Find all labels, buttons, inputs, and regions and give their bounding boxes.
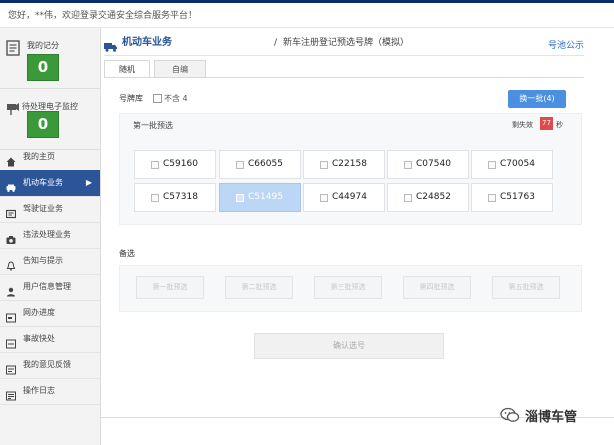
camera-monitor-icon [6,101,20,117]
plate-checkbox[interactable] [320,194,328,202]
feedback-icon [6,360,16,375]
wechat-icon [500,407,520,423]
plate-option[interactable]: C22158 [303,150,385,179]
plate-checkbox[interactable] [488,194,496,202]
plate-option[interactable]: C51763 [471,183,553,212]
sidebar-item-license[interactable]: 驾驶证业务 [0,196,100,223]
sidebar-item-progress[interactable]: 网办进度 [0,300,100,327]
plate-checkbox[interactable] [320,161,328,169]
plate-option[interactable]: C07540 [387,150,469,179]
sidebar-item-label: 驾驶证业务 [23,204,63,213]
sidebar-item-label: 机动车业务 [23,178,63,187]
page-title: 机动车业务 [122,37,172,48]
pool-announcement-link[interactable]: 号池公示 [548,38,584,51]
exclude-4-label: 不含 4 [164,94,188,103]
sidebar-item-vehicle[interactable]: 机动车业务 ▶ [0,170,100,197]
plate-number: C24852 [416,192,451,202]
accident-icon [6,334,16,349]
plate-number: C44974 [332,192,367,202]
page-subtitle: 新车注册登记预选号牌（模拟） [283,38,410,48]
tab-divider [104,77,584,78]
user-icon [6,282,16,297]
plate-checkbox[interactable] [488,161,496,169]
sidebar-item-home[interactable]: 我的主页 [0,144,100,171]
plate-option[interactable]: C44974 [303,183,385,212]
my-record-block[interactable]: 我的记分 0 [0,28,100,89]
plate-number: C70054 [500,159,535,169]
plate-checkbox[interactable] [151,194,159,202]
plate-checkbox[interactable] [404,161,412,169]
sidebar-item-feedback[interactable]: 我的意见反馈 [0,352,100,379]
monitor-value[interactable]: 0 [27,111,59,138]
plate-number: C66055 [248,159,283,169]
plate-number: C51495 [248,192,283,202]
alternate-slot[interactable]: 第二批预选 [225,276,293,299]
plate-option-selected[interactable]: C51495 [219,183,301,212]
sidebar-item-violation[interactable]: 违法处理业务 [0,222,100,249]
breadcrumb-separator: / [274,38,278,48]
sidebar-item-log[interactable]: 操作日志 [0,378,100,405]
sidebar: 我的记分 0 待处理电子监控 0 我的主页 机动车业务 ▶ 驾驶证业务 违法处理… [0,28,101,445]
confirm-selection-button[interactable]: 确认选号 [254,333,444,359]
plate-checkbox[interactable] [404,194,412,202]
plate-pool-label: 号牌库 [119,94,143,103]
home-icon [6,152,16,167]
plate-number: C51763 [500,192,535,202]
sidebar-item-label: 告知与提示 [23,256,63,265]
chevron-right-icon: ▶ [85,178,92,187]
alternate-slot[interactable]: 第四批预选 [403,276,471,299]
sidebar-item-notice[interactable]: 告知与提示 [0,248,100,275]
sidebar-item-accident[interactable]: 事故快处 [0,326,100,353]
welcome-message: 您好，**伟，欢迎登录交通安全综合服务平台！ [8,11,198,21]
my-record-label: 我的记分 [27,41,59,50]
watermark-text: 淄博车管 [525,410,578,425]
sidebar-item-label: 网办进度 [23,308,55,317]
title-divider [104,55,584,56]
log-icon [6,386,16,401]
sidebar-item-label: 我的意见反馈 [23,360,71,369]
countdown-timer: 77 [540,117,553,130]
camera-icon [6,230,16,244]
car-icon [6,178,16,192]
top-accent-bar [0,0,614,3]
truck-icon [104,38,117,52]
plate-number: C59160 [163,159,198,169]
change-batch-button[interactable]: 换一批(4) [508,90,566,108]
plate-number: C07540 [416,159,451,169]
bell-icon [6,256,16,271]
sidebar-item-label: 操作日志 [23,386,55,395]
sidebar-item-label: 事故快处 [23,334,55,343]
plate-checkbox[interactable] [236,161,244,169]
plate-checkbox[interactable] [236,194,244,202]
plate-number: C22158 [332,159,367,169]
exclude-4-checkbox[interactable] [153,94,162,103]
alternate-slot[interactable]: 第三批预选 [314,276,382,299]
batch-label: 第一批预选 [133,121,173,130]
alternate-slot[interactable]: 第一批预选 [136,276,204,299]
sidebar-item-label: 用户信息管理 [23,282,71,291]
alternate-slot[interactable]: 第五批预选 [492,276,560,299]
plate-number: C57318 [163,192,198,202]
document-icon [6,40,20,56]
page-title-row: 机动车业务 / 新车注册登记预选号牌（模拟） [104,34,584,52]
plate-checkbox[interactable] [151,161,159,169]
plate-option[interactable]: C70054 [471,150,553,179]
progress-icon [6,308,16,323]
alternates-label: 备选 [119,249,135,258]
plate-option[interactable]: C57318 [134,183,216,212]
sidebar-item-label: 违法处理业务 [23,230,71,239]
sidebar-item-user-info[interactable]: 用户信息管理 [0,274,100,301]
my-record-value[interactable]: 0 [27,54,59,81]
countdown-unit: 秒 [556,121,563,129]
plate-option[interactable]: C59160 [134,150,216,179]
plate-option[interactable]: C66055 [219,150,301,179]
sidebar-item-label: 我的主页 [23,152,55,161]
plate-option[interactable]: C24852 [387,183,469,212]
monitor-block[interactable]: 待处理电子监控 0 [0,89,100,150]
tab-custom[interactable]: 自编 [154,60,206,78]
id-card-icon [5,204,17,219]
tab-random[interactable]: 随机 [104,60,150,78]
countdown-label: 剩失效 [512,121,533,129]
